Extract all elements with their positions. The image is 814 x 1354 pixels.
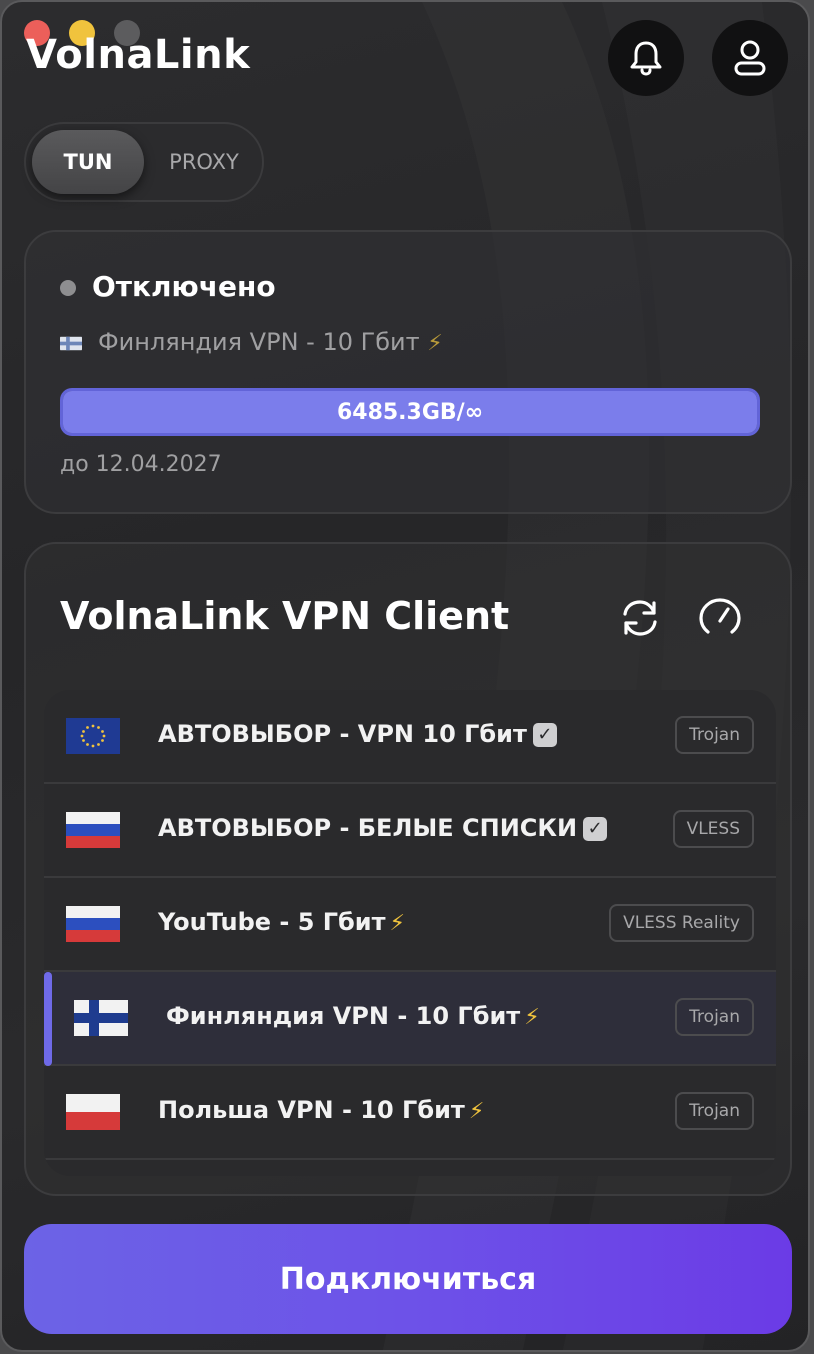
connection-status-card: Отключено Финляндия VPN - 10 Гбит ⚡ 6485…: [24, 230, 792, 514]
checkmark-icon: ✓: [583, 817, 608, 841]
server-row[interactable]: АВТОВЫБОР - БЕЛЫЕ СПИСКИ ✓ VLESS: [44, 784, 776, 878]
server-label: Польша VPN - 10 Гбит: [158, 1096, 465, 1124]
lightning-icon: ⚡: [389, 911, 405, 936]
server-row[interactable]: АВТОВЫБОР - VPN 10 Гбит ✓ Trojan: [44, 690, 776, 784]
traffic-usage-bar: 6485.3GB/∞: [60, 388, 760, 436]
server-row[interactable]: Польша VPN - 10 Гбит ⚡ Trojan: [44, 1066, 776, 1160]
selection-indicator: [44, 972, 52, 1066]
mode-proxy-button[interactable]: PROXY: [152, 130, 256, 194]
speed-test-button[interactable]: [696, 594, 744, 642]
connect-button[interactable]: Подключиться: [24, 1224, 792, 1334]
refresh-icon: [623, 600, 657, 636]
user-icon: [734, 40, 766, 76]
traffic-usage-label: 6485.3GB/∞: [336, 399, 484, 425]
profile-button[interactable]: [712, 20, 788, 96]
mode-tun-button[interactable]: TUN: [32, 130, 144, 194]
status-indicator: [60, 280, 76, 296]
lightning-icon: ⚡: [468, 1099, 485, 1124]
protocol-badge: Trojan: [675, 716, 754, 754]
poland-flag-icon: [66, 1094, 120, 1130]
finland-flag-icon: [60, 336, 82, 351]
server-name: YouTube - 5 Гбит ⚡: [158, 908, 405, 936]
refresh-button[interactable]: [616, 594, 664, 642]
client-title: VolnaLink VPN Client: [60, 594, 510, 638]
protocol-badge: Trojan: [675, 998, 754, 1036]
server-label: YouTube - 5 Гбит: [158, 908, 386, 936]
current-server: Финляндия VPN - 10 Гбит ⚡: [98, 328, 443, 356]
server-list: АВТОВЫБОР - VPN 10 Гбит ✓ Trojan АВТОВЫБО…: [44, 690, 776, 1176]
server-label: Финляндия VPN - 10 Гбит: [166, 1002, 521, 1030]
server-list-card: VolnaLink VPN Client АВТОВЫБОР - VPN 10 …: [24, 542, 792, 1196]
speedometer-icon: [699, 598, 741, 634]
protocol-badge: VLESS: [672, 810, 754, 848]
server-name: Польша VPN - 10 Гбит ⚡: [158, 1096, 484, 1124]
lightning-icon: ⚡: [427, 331, 443, 356]
server-name: Финляндия VPN - 10 Гбит ⚡: [166, 1002, 540, 1030]
protocol-badge: VLESS Reality: [609, 904, 754, 942]
server-label: АВТОВЫБОР - VPN 10 Гбит: [158, 720, 527, 748]
protocol-badge: Trojan: [675, 1092, 754, 1130]
notifications-button[interactable]: [608, 20, 684, 96]
server-label: АВТОВЫБОР - БЕЛЫЕ СПИСКИ: [158, 814, 578, 842]
lightning-icon: ⚡: [524, 1005, 540, 1030]
bell-icon: [630, 41, 662, 76]
app-window: VolnaLink TUN PROXY Отключено Финляндия …: [0, 0, 810, 1352]
eu-flag-icon: [66, 718, 120, 754]
mode-toggle: TUN PROXY: [24, 122, 264, 202]
server-row[interactable]: YouTube - 5 Гбит ⚡ VLESS Reality: [44, 878, 776, 972]
current-server-label: Финляндия VPN - 10 Гбит: [98, 328, 420, 356]
server-name: АВТОВЫБОР - БЕЛЫЕ СПИСКИ ✓: [158, 814, 608, 842]
finland-flag-icon: [74, 1000, 128, 1036]
russia-flag-icon: [66, 906, 120, 942]
server-row-selected[interactable]: Финляндия VPN - 10 Гбит ⚡ Trojan: [44, 972, 776, 1066]
subscription-expiry: до 12.04.2027: [60, 452, 222, 477]
app-title: VolnaLink: [26, 32, 251, 78]
russia-flag-icon: [66, 812, 120, 848]
connection-status: Отключено: [92, 270, 276, 303]
server-name: АВТОВЫБОР - VPN 10 Гбит ✓: [158, 720, 557, 748]
checkmark-icon: ✓: [532, 723, 557, 747]
